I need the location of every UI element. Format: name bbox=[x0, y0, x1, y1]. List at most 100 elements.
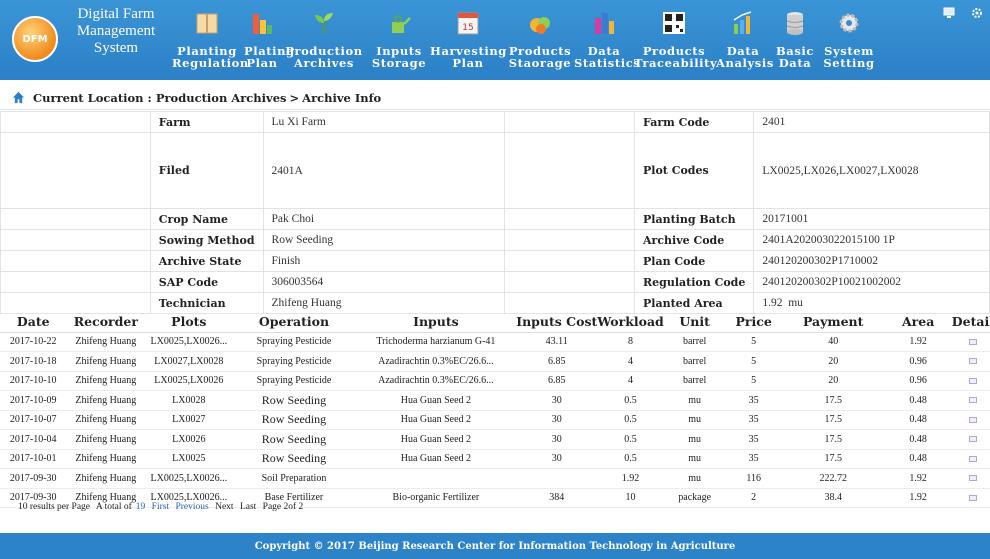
menu-planting-regulation[interactable]: Planting Regulation bbox=[172, 2, 248, 76]
detail-icon[interactable] bbox=[968, 494, 977, 501]
detail-icon[interactable] bbox=[968, 416, 977, 423]
column-header-price: Price bbox=[725, 312, 782, 333]
detail-icon[interactable] bbox=[968, 358, 977, 365]
plots-cell: LX0025,LX0026 bbox=[145, 371, 233, 391]
detail-icon[interactable] bbox=[968, 377, 977, 384]
unit-cell: mu bbox=[663, 449, 726, 469]
menu-label: Production Archives bbox=[285, 44, 363, 70]
payment-cell: 38.4 bbox=[781, 488, 885, 508]
logo-text: DFM bbox=[22, 33, 48, 45]
column-header-operation: Operation bbox=[232, 312, 356, 333]
inputs-cost-cell: 30 bbox=[516, 390, 598, 411]
detail-cell bbox=[951, 429, 990, 450]
breadcrumb-prefix: Current Location : bbox=[33, 90, 152, 105]
menu-basic-data[interactable]: Basic Data bbox=[772, 2, 818, 76]
next-page-link[interactable]: Next bbox=[215, 502, 233, 512]
menu-inputs-storage[interactable]: Inputs Storage bbox=[370, 2, 428, 76]
table-row[interactable]: 2017-10-18 Zhifeng Huang LX0027,LX0028 Spra… bbox=[0, 351, 990, 372]
table-row[interactable]: 2017-10-09 Zhifeng Huang LX0028 Row Seeding… bbox=[0, 390, 990, 411]
svg-text:15: 15 bbox=[462, 23, 473, 33]
payment-cell: 17.5 bbox=[781, 449, 885, 469]
payment-cell: 17.5 bbox=[781, 390, 885, 411]
payment-cell: 17.5 bbox=[781, 410, 885, 430]
operation-cell: Row Seeding bbox=[232, 410, 356, 430]
table-row[interactable]: 2017-10-01 Zhifeng Huang LX0025 Row Seeding… bbox=[0, 449, 990, 469]
menu-products-traceability[interactable]: Products Traceability bbox=[634, 2, 717, 76]
planting-batch-label: Planting Batch bbox=[634, 208, 755, 230]
plot-codes-value: LX0025,LX026,LX0027,LX0028 bbox=[753, 132, 990, 209]
last-page-link[interactable]: Last bbox=[240, 502, 256, 512]
area-cell: 0.48 bbox=[884, 390, 952, 411]
inputs-cost-cell: 6.85 bbox=[516, 351, 598, 372]
info-row-technician: Technician Zhifeng Huang Planted Area 1.… bbox=[0, 292, 990, 314]
unit-cell: barrel bbox=[663, 351, 726, 372]
detail-icon[interactable] bbox=[968, 475, 977, 482]
menu-system-setting[interactable]: System Setting bbox=[820, 2, 878, 76]
plots-cell: LX0025,LX0026... bbox=[145, 332, 233, 352]
workload-cell: 4 bbox=[597, 371, 664, 391]
previous-page-link[interactable]: Previous bbox=[175, 502, 208, 512]
menu-harvesting-plan[interactable]: 15 Harvesting Plan bbox=[430, 2, 506, 76]
first-page-link[interactable]: First bbox=[152, 502, 169, 512]
sowing-method-label: Sowing Method bbox=[149, 229, 264, 251]
page-info: Page 2of 2 bbox=[262, 502, 304, 512]
recorder-cell: Zhifeng Huang bbox=[66, 410, 146, 430]
table-row[interactable]: 2017-10-22 Zhifeng Huang LX0025,LX0026... S… bbox=[0, 332, 990, 352]
table-row[interactable]: 2017-10-10 Zhifeng Huang LX0025,LX0026 Spra… bbox=[0, 371, 990, 391]
plots-cell: LX0026 bbox=[145, 429, 233, 450]
detail-icon[interactable] bbox=[968, 338, 977, 345]
menu-production-archives[interactable]: Production Archives bbox=[280, 2, 368, 76]
farm-code-label: Farm Code bbox=[634, 111, 755, 133]
dfm-logo[interactable]: DFM bbox=[12, 16, 58, 62]
info-row-sap: SAP Code 306003564 Regulation Code 24012… bbox=[0, 271, 990, 293]
payment-cell: 222.72 bbox=[781, 468, 885, 489]
table-row[interactable]: 2017-10-04 Zhifeng Huang LX0026 Row Seeding… bbox=[0, 429, 990, 450]
detail-icon[interactable] bbox=[968, 455, 977, 462]
monitor-icon[interactable] bbox=[942, 6, 956, 20]
settings-gear-icon[interactable] bbox=[970, 6, 984, 20]
recorder-cell: Zhifeng Huang bbox=[66, 449, 146, 469]
area-cell: 0.48 bbox=[884, 410, 952, 430]
workload-cell: 0.5 bbox=[597, 390, 664, 411]
payment-cell: 40 bbox=[781, 332, 885, 352]
analysis-icon bbox=[733, 11, 752, 34]
recorder-cell: Zhifeng Huang bbox=[66, 351, 146, 372]
breadcrumb-section[interactable]: Production Archives bbox=[156, 91, 287, 105]
operation-records-table: Date Recorder Plots Operation Inputs Inputs C… bbox=[0, 312, 990, 508]
top-nav-bar: DFM Digital Farm Management System Plant… bbox=[0, 0, 990, 80]
planted-area-unit: mu bbox=[788, 297, 803, 309]
column-header-inputs: Inputs bbox=[355, 312, 517, 333]
detail-icon[interactable] bbox=[968, 397, 977, 404]
date-cell: 2017-10-04 bbox=[0, 429, 67, 450]
system-name-line-2: Management bbox=[76, 23, 156, 39]
produce-icon bbox=[530, 17, 550, 34]
sowing-method-value: Row Seeding bbox=[262, 229, 506, 251]
price-cell: 5 bbox=[725, 332, 782, 352]
date-cell: 2017-10-07 bbox=[0, 410, 67, 430]
inputs-cost-cell: 30 bbox=[516, 449, 598, 469]
menu-products-staorage[interactable]: Products Staorage bbox=[507, 2, 573, 76]
area-cell: 0.48 bbox=[884, 429, 952, 450]
planted-area-value: 1.92 mu bbox=[753, 292, 990, 314]
plan-code-value: 240120200302P1710002 bbox=[753, 250, 990, 272]
table-row[interactable]: 2017-09-30 Zhifeng Huang LX0025,LX0026... S… bbox=[0, 468, 990, 489]
menu-data-statistics[interactable]: Data Statistics bbox=[574, 2, 640, 76]
plots-cell: LX0027,LX0028 bbox=[145, 351, 233, 372]
price-cell: 5 bbox=[725, 371, 782, 391]
column-header-payment: Payment bbox=[781, 312, 885, 333]
operation-cell: Spraying Pesticide bbox=[232, 332, 356, 352]
menu-plating-plan[interactable]: Plating Plan bbox=[244, 2, 294, 76]
menu-data-analysis[interactable]: Data Analysis bbox=[716, 2, 773, 76]
info-row-filed: Filed 2401A Plot Codes LX0025,LX026,LX00… bbox=[0, 132, 990, 209]
filed-value: 2401A bbox=[262, 132, 506, 209]
payment-cell: 17.5 bbox=[781, 429, 885, 450]
total-count: 19 bbox=[135, 502, 146, 512]
table-row[interactable]: 2017-10-07 Zhifeng Huang LX0027 Row Seeding… bbox=[0, 410, 990, 430]
home-icon[interactable] bbox=[12, 91, 25, 104]
detail-icon[interactable] bbox=[968, 436, 977, 443]
column-header-recorder: Recorder bbox=[66, 312, 146, 333]
watering-can-icon bbox=[392, 15, 411, 33]
copyright-text: Copyright © 2017 Beijing Research Center… bbox=[254, 540, 736, 552]
column-header-date: Date bbox=[0, 312, 67, 333]
technician-value: Zhifeng Huang bbox=[262, 292, 506, 314]
